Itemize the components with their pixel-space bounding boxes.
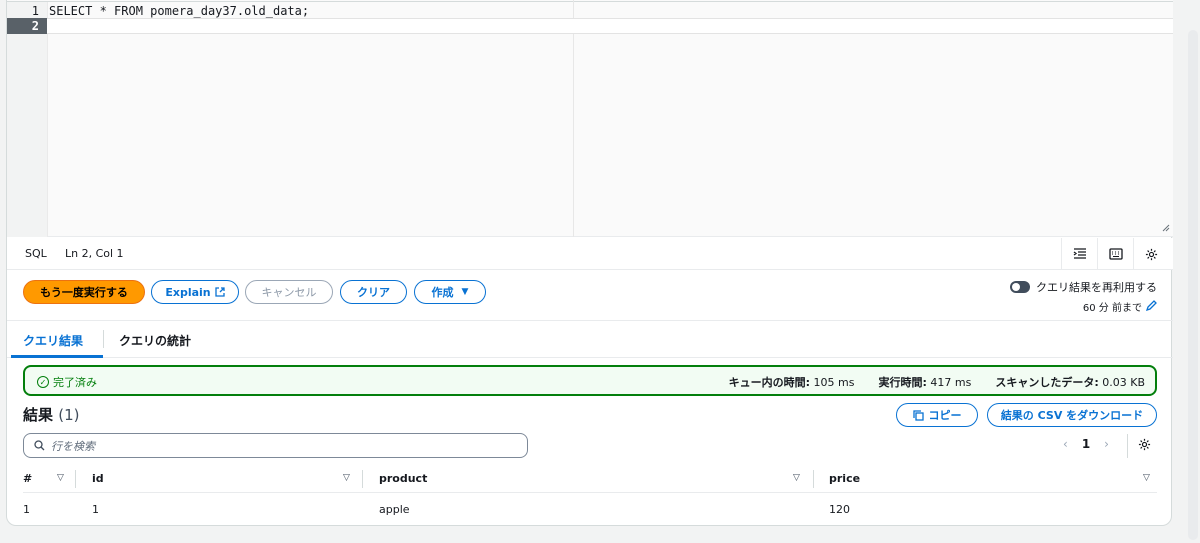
- table-settings-icon[interactable]: [1138, 438, 1151, 455]
- copy-button[interactable]: コピー: [896, 403, 978, 427]
- create-label: 作成: [431, 286, 454, 299]
- sort-price-icon[interactable]: ▽: [1143, 473, 1150, 483]
- run-time-stat: 実行時間: 417 ms: [878, 374, 971, 390]
- active-tab-indicator: [11, 355, 103, 358]
- queue-time-stat: キュー内の時間: 105 ms: [729, 374, 855, 390]
- cancel-button[interactable]: キャンセル: [245, 280, 333, 304]
- copy-icon: [912, 409, 924, 421]
- check-circle-icon: ✓: [37, 376, 49, 388]
- pagination: ‹ 1 ›: [1063, 437, 1109, 451]
- print-margin: [573, 0, 574, 237]
- search-placeholder: 行を検索: [51, 439, 95, 453]
- create-dropdown-button[interactable]: 作成 ▼: [414, 280, 486, 304]
- column-separator[interactable]: [813, 470, 814, 488]
- download-csv-button[interactable]: 結果の CSV をダウンロード: [987, 403, 1157, 427]
- language-label: SQL: [25, 247, 47, 260]
- copy-label: コピー: [928, 409, 962, 422]
- line-number: 1: [31, 4, 39, 18]
- caret-down-icon: ▼: [461, 287, 469, 297]
- run-time-value: 417 ms: [930, 376, 972, 389]
- explain-button[interactable]: Explain: [151, 280, 239, 304]
- table-cell-id: 1: [92, 503, 99, 516]
- page-scrollbar[interactable]: [1186, 0, 1200, 543]
- column-separator[interactable]: [362, 470, 363, 488]
- code-line[interactable]: SELECT * FROM pomera_day37.old_data;: [49, 3, 309, 19]
- results-title-text: 結果: [23, 406, 54, 424]
- pager-divider: [1127, 434, 1128, 458]
- queue-time-value: 105 ms: [813, 376, 855, 389]
- status-banner: ✓ 完了済み キュー内の時間: 105 ms 実行時間: 417 ms スキャン…: [23, 365, 1157, 396]
- reuse-results-control: クエリ結果を再利用する 60 分 前まで: [1010, 279, 1157, 314]
- tab-query-stats[interactable]: クエリの統計: [119, 332, 191, 349]
- format-icon[interactable]: [1061, 238, 1097, 270]
- sort-product-icon[interactable]: ▽: [793, 473, 800, 483]
- prev-page-icon[interactable]: ‹: [1063, 437, 1068, 451]
- line-number-active: 2: [7, 18, 47, 34]
- reuse-age-text: 60 分 前まで: [1082, 303, 1142, 314]
- explain-label: Explain: [165, 285, 211, 299]
- settings-icon[interactable]: [1133, 238, 1169, 270]
- results-title: 結果 (1): [23, 404, 80, 425]
- column-header-price[interactable]: price: [829, 472, 860, 485]
- queue-time-label: キュー内の時間:: [728, 376, 811, 389]
- results-count: (1): [58, 406, 80, 424]
- keyboard-icon[interactable]: [1097, 238, 1133, 270]
- tab-divider: [103, 330, 104, 348]
- table-header-divider: [23, 492, 1157, 493]
- reuse-results-label: クエリ結果を再利用する: [1036, 281, 1157, 294]
- scanned-label: スキャンしたデータ:: [995, 376, 1099, 389]
- query-editor-panel: 1 SELECT * FROM pomera_day37.old_data; 2…: [6, 0, 1173, 526]
- code-line-active[interactable]: [47, 18, 1173, 34]
- reuse-results-toggle[interactable]: [1010, 281, 1030, 293]
- column-header-index: #: [23, 472, 33, 485]
- table-cell-index: 1: [23, 503, 30, 516]
- run-again-button[interactable]: もう一度実行する: [23, 280, 145, 304]
- column-header-id[interactable]: id: [92, 472, 104, 485]
- resize-handle-icon[interactable]: [1160, 222, 1170, 232]
- scrollbar-thumb[interactable]: [1188, 30, 1198, 540]
- editor-statusbar: SQL Ln 2, Col 1: [7, 238, 1173, 270]
- search-icon: [34, 440, 45, 451]
- action-bar: もう一度実行する Explain キャンセル クリア 作成 ▼ クエリ結果を再利…: [7, 271, 1173, 321]
- tab-query-results[interactable]: クエリ結果: [23, 332, 83, 349]
- sql-editor[interactable]: 1 SELECT * FROM pomera_day37.old_data; 2: [7, 0, 1173, 237]
- result-tabs: クエリ結果 クエリの統計: [7, 322, 1173, 358]
- external-link-icon: [214, 287, 225, 297]
- column-header-product[interactable]: product: [379, 472, 427, 485]
- current-page[interactable]: 1: [1082, 437, 1090, 451]
- next-page-icon[interactable]: ›: [1104, 437, 1109, 451]
- table-cell-price: 120: [829, 503, 850, 516]
- code-area[interactable]: [47, 2, 1173, 237]
- scanned-value: 0.03 KB: [1102, 376, 1145, 389]
- editor-gutter: [7, 2, 47, 237]
- table-cell-product: apple: [379, 503, 410, 516]
- run-time-label: 実行時間:: [878, 376, 927, 389]
- cursor-position: Ln 2, Col 1: [65, 247, 124, 260]
- sort-id-icon[interactable]: ▽: [343, 473, 350, 483]
- sort-index-icon[interactable]: ▽: [57, 473, 64, 483]
- scanned-stat: スキャンしたデータ: 0.03 KB: [995, 374, 1145, 390]
- column-separator[interactable]: [75, 470, 76, 488]
- pencil-icon[interactable]: [1145, 299, 1157, 314]
- clear-button[interactable]: クリア: [340, 280, 407, 304]
- status-text: 完了済み: [53, 376, 97, 389]
- search-rows-input[interactable]: 行を検索: [23, 433, 528, 458]
